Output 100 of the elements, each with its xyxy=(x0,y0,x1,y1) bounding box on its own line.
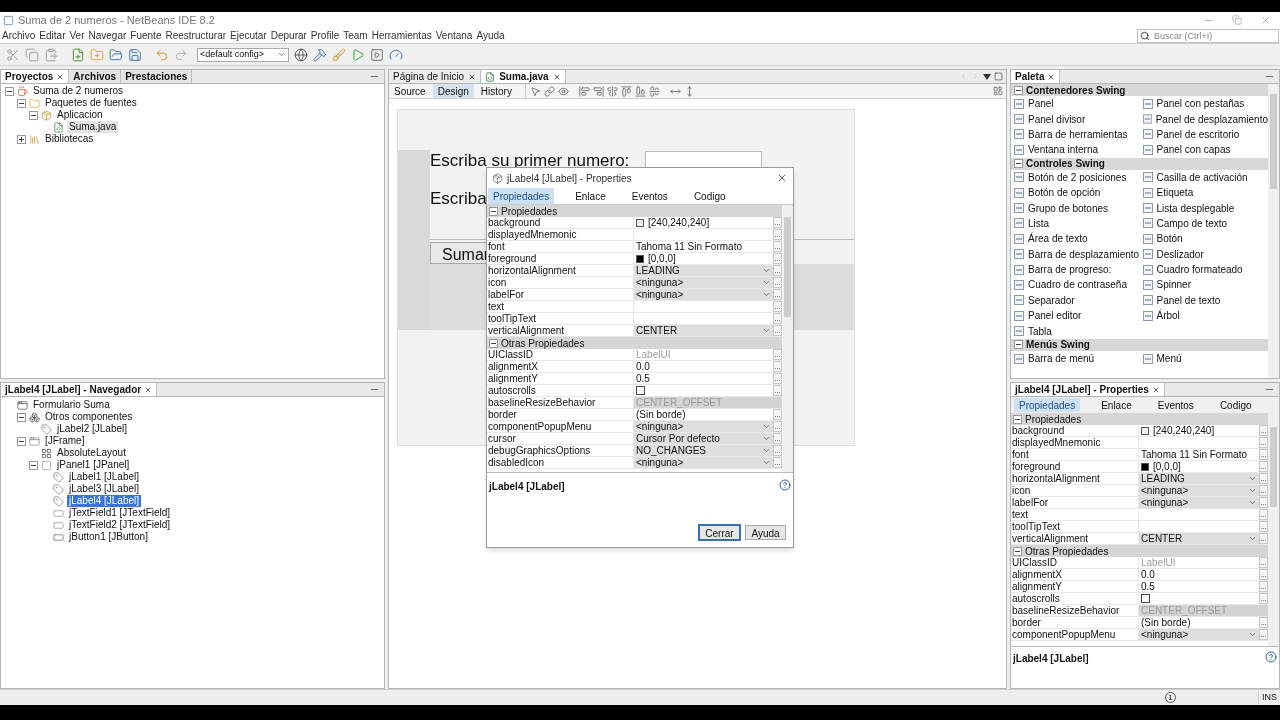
folder-icon[interactable] xyxy=(109,47,123,62)
close-icon[interactable] xyxy=(468,72,477,81)
menu-item[interactable]: Herramientas xyxy=(369,28,434,43)
color-swatch[interactable] xyxy=(1141,462,1149,471)
palette-item[interactable]: Menú xyxy=(1156,351,1182,367)
collapse-icon[interactable] xyxy=(17,436,26,446)
more-button[interactable] xyxy=(1259,437,1268,448)
menu-item[interactable]: Reestructurar xyxy=(163,28,229,43)
tab[interactable]: Archivos xyxy=(69,70,122,83)
more-button[interactable] xyxy=(773,313,782,324)
palette-item[interactable]: Panel divisor xyxy=(1028,111,1086,127)
config-dropdown[interactable]: <default config> xyxy=(197,47,289,62)
palette-item[interactable]: Panel editor xyxy=(1028,308,1082,324)
palette-item[interactable]: Barra de menú xyxy=(1028,351,1095,367)
tree-item[interactable]: AbsoluteLayout xyxy=(55,447,128,459)
collapse-icon[interactable] xyxy=(5,86,14,96)
color-swatch[interactable] xyxy=(636,218,644,227)
collapse-icon[interactable] xyxy=(489,206,498,216)
menu-item[interactable]: Navegar xyxy=(86,28,129,43)
more-button[interactable] xyxy=(773,409,782,420)
tree-item[interactable]: Bibliotecas xyxy=(43,133,96,145)
dialog-button[interactable]: Cerrar xyxy=(699,525,740,540)
pointer-icon[interactable] xyxy=(529,85,541,97)
play-square-icon[interactable] xyxy=(370,47,384,62)
more-button[interactable] xyxy=(1259,569,1268,580)
property-dropdown[interactable]: <ninguna> xyxy=(634,421,773,432)
color-swatch[interactable] xyxy=(636,254,644,263)
property-value[interactable]: Tahoma 11 Sin Formato xyxy=(1141,449,1247,460)
palette-item[interactable]: Campo de texto xyxy=(1156,215,1228,231)
menu-item[interactable]: Ejecutar xyxy=(228,28,269,43)
brush-icon[interactable] xyxy=(332,47,346,62)
menu-item[interactable]: Editar xyxy=(37,28,68,43)
collapse-icon[interactable] xyxy=(489,338,498,348)
scrollbar[interactable] xyxy=(782,205,793,472)
property-value[interactable]: (Sin borde) xyxy=(1141,617,1191,628)
collapse-icon[interactable] xyxy=(1013,546,1022,556)
play-icon[interactable] xyxy=(351,47,365,62)
palette-item[interactable]: Panel xyxy=(1028,96,1054,112)
tab[interactable]: Proyectos xyxy=(1,70,70,83)
tab[interactable]: Enlace xyxy=(1096,398,1137,412)
tree-item[interactable]: jButton1 [JButton] xyxy=(67,531,150,543)
more-button[interactable] xyxy=(773,229,782,240)
tree-item[interactable]: jLabel3 [JLabel] xyxy=(67,483,142,495)
view-tab[interactable]: History xyxy=(475,84,517,98)
property-value[interactable]: 0.0 xyxy=(1141,569,1155,580)
more-button[interactable] xyxy=(773,361,782,372)
tree-item[interactable]: Otros componentes xyxy=(43,411,135,423)
palette-item[interactable]: Panel de desplazamiento xyxy=(1155,111,1268,127)
help-icon[interactable] xyxy=(1265,651,1277,663)
tab[interactable]: Codigo xyxy=(688,188,731,204)
more-button[interactable] xyxy=(1259,617,1268,628)
palette-item[interactable]: Separador xyxy=(1028,292,1075,308)
more-button[interactable] xyxy=(773,253,782,264)
menu-item[interactable]: Archivo xyxy=(0,28,38,43)
collapse-icon[interactable] xyxy=(29,460,38,470)
restore-icon[interactable] xyxy=(1232,15,1242,25)
palette-item[interactable]: Barra de progreso: xyxy=(1028,262,1112,278)
menu-item[interactable]: Depurar xyxy=(268,28,309,43)
scrollbar[interactable] xyxy=(1268,413,1279,646)
search-field[interactable]: Buscar (Ctrl+I) xyxy=(1137,28,1279,43)
tree-item[interactable]: Formulario Suma xyxy=(31,399,112,411)
undo-icon[interactable] xyxy=(155,47,169,62)
scrollbar[interactable] xyxy=(1268,84,1279,378)
property-dropdown[interactable]: <ninguna> xyxy=(1139,497,1259,508)
more-button[interactable] xyxy=(1259,461,1268,472)
more-button[interactable] xyxy=(773,241,782,252)
menu-item[interactable]: Ver xyxy=(67,28,87,43)
property-dropdown[interactable]: <ninguna> xyxy=(634,289,773,300)
more-button[interactable] xyxy=(773,433,782,444)
more-button[interactable] xyxy=(773,217,782,228)
palette-item[interactable]: Cuadro formateado xyxy=(1156,262,1243,278)
palette-item[interactable]: Lista xyxy=(1028,215,1050,231)
property-value[interactable]: 0.5 xyxy=(636,373,650,384)
help-icon[interactable] xyxy=(779,479,791,491)
maximize-icon[interactable] xyxy=(994,72,1003,81)
palette-item[interactable]: Botón xyxy=(1156,231,1183,247)
more-button[interactable] xyxy=(773,373,782,384)
align-icon[interactable] xyxy=(606,85,618,97)
palette-item[interactable]: Lista desplegable xyxy=(1156,200,1235,216)
close-icon[interactable] xyxy=(552,72,561,81)
palette-item[interactable]: Etiqueta xyxy=(1156,185,1194,201)
close-icon[interactable] xyxy=(144,385,153,394)
more-button[interactable] xyxy=(1259,509,1268,520)
menu-item[interactable]: Fuente xyxy=(128,28,164,43)
grid-icon[interactable] xyxy=(993,86,1003,96)
tab[interactable]: Propiedades xyxy=(488,188,555,204)
caret-icon[interactable] xyxy=(983,73,991,80)
more-button[interactable] xyxy=(1259,497,1268,508)
property-value[interactable]: Tahoma 11 Sin Formato xyxy=(636,241,742,252)
palette-item[interactable]: Barra de desplazamiento xyxy=(1028,246,1140,262)
palette-item[interactable]: Spinner xyxy=(1156,277,1191,293)
align-icon[interactable] xyxy=(634,85,646,97)
palette-item[interactable]: Área de texto xyxy=(1028,231,1088,247)
close-icon[interactable] xyxy=(776,172,788,184)
palette-item[interactable]: Casilla de activación xyxy=(1156,169,1248,185)
tree-item[interactable]: jTextField2 [JTextField] xyxy=(67,519,173,531)
more-button[interactable] xyxy=(1259,521,1268,532)
collapse-icon[interactable] xyxy=(29,110,38,120)
dialog-button[interactable]: Ayuda xyxy=(745,525,786,540)
more-button[interactable] xyxy=(773,325,782,336)
